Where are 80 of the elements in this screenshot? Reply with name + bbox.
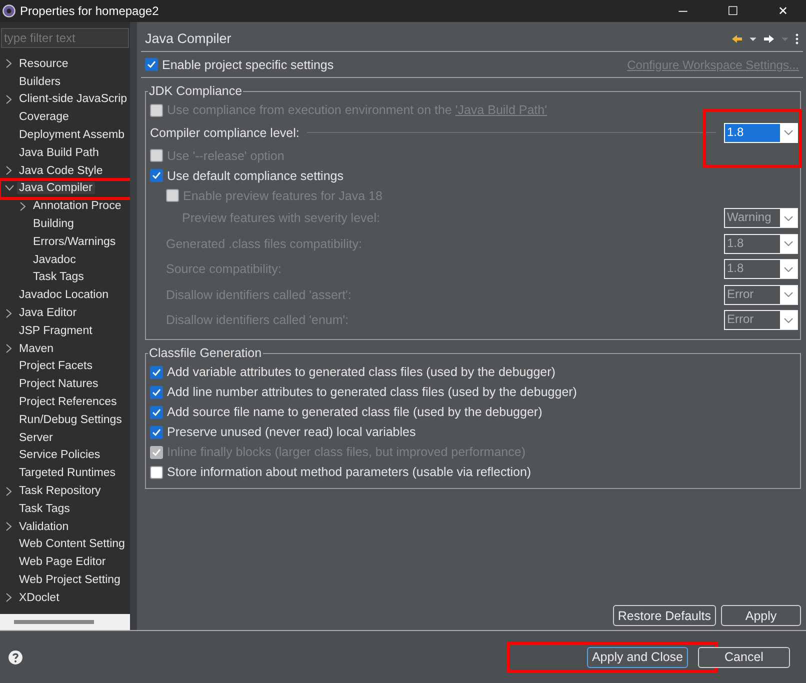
tree-item[interactable]: Maven: [17, 342, 56, 355]
tree-item[interactable]: Client-side JavaScrip: [17, 93, 130, 106]
tree-item[interactable]: Project Facets: [17, 360, 94, 372]
tree-item[interactable]: Java Build Path: [17, 146, 101, 159]
chevron-down-icon: [784, 318, 793, 323]
filter-field[interactable]: type filter text: [1, 28, 129, 48]
chevron-right-icon[interactable]: [6, 522, 12, 532]
tree-item[interactable]: Java Code Style: [17, 164, 105, 177]
chevron-right-icon[interactable]: [6, 344, 12, 354]
page-button[interactable]: Restore Defaults: [612, 605, 716, 626]
checkbox-label: Preserve unused (never read) local variables: [167, 425, 416, 439]
checkbox-label: Add variable attributes to generated class files (used by the debugger): [167, 365, 556, 379]
tree-item[interactable]: Targeted Runtimes: [17, 467, 118, 480]
tree-item[interactable]: Run/Debug Settings: [17, 414, 124, 426]
chevron-right-icon[interactable]: [6, 486, 12, 496]
checkbox-label: Add line number attributes to generated class files (used by the debugger): [167, 385, 577, 399]
tree-item[interactable]: Server: [17, 432, 55, 444]
checkbox[interactable]: [150, 386, 163, 398]
page-title: Java Compiler: [145, 31, 232, 46]
window-control[interactable]: ─: [660, 0, 706, 22]
tree-item[interactable]: Task Tags: [17, 502, 72, 515]
tree-item[interactable]: Web Page Editor: [17, 556, 108, 568]
tree-item[interactable]: Service Policies: [17, 449, 102, 462]
window-control[interactable]: ✕: [760, 0, 806, 22]
chevron-down-icon[interactable]: [5, 185, 14, 192]
window-title: Properties for homepage2: [20, 4, 160, 18]
chevron-down-icon: [784, 292, 793, 298]
checkbox-label: Use default compliance settings: [167, 168, 344, 182]
dialog-button[interactable]: Cancel: [698, 646, 790, 668]
tree-item[interactable]: Building: [31, 218, 76, 230]
tree-item[interactable]: Java Compiler: [17, 182, 94, 194]
tree-item[interactable]: Javadoc Location: [17, 289, 111, 302]
tree-item[interactable]: Errors/Warnings: [31, 236, 118, 248]
checkbox-label: Store information about method parameters (usable via reflection): [167, 465, 532, 479]
tree-item[interactable]: Task Repository: [17, 485, 103, 498]
chevron-down-icon: [784, 241, 793, 246]
chevron-down-icon: [784, 130, 793, 136]
checkbox-label: Add source file name to generated class file (used by the debugger): [167, 405, 542, 419]
tree-item[interactable]: Project Natures: [17, 378, 100, 390]
chevron-right-icon[interactable]: [6, 308, 12, 318]
checkbox[interactable]: [150, 466, 163, 478]
checkbox-label: Enable project specific settings: [162, 58, 334, 72]
field-label: Compiler compliance level:: [150, 126, 300, 140]
help-icon[interactable]: [8, 650, 23, 664]
checkbox[interactable]: [150, 426, 163, 438]
tree-item[interactable]: Resource: [17, 58, 70, 70]
tree-item[interactable]: JSP Fragment: [17, 324, 94, 337]
horizontal-scrollbar[interactable]: [0, 614, 130, 630]
tree-item[interactable]: Java Editor: [17, 307, 79, 320]
tree-item[interactable]: Task Tags: [31, 271, 86, 284]
back-arrow-icon[interactable]: [731, 32, 743, 44]
group-title: Classfile Generation: [148, 346, 263, 360]
tree-item[interactable]: Validation: [17, 520, 71, 533]
dropdown[interactable]: 1.8: [724, 122, 798, 143]
dialog-button[interactable]: Apply and Close: [586, 646, 688, 668]
more-icon[interactable]: [795, 32, 799, 44]
checkbox[interactable]: [145, 58, 158, 71]
chevron-down-icon: [784, 216, 793, 221]
tree-item[interactable]: Web Project Setting: [17, 574, 122, 586]
tree-item[interactable]: Annotation Proce: [31, 200, 124, 212]
window-control[interactable]: ☐: [710, 0, 756, 22]
checkbox[interactable]: [150, 169, 163, 182]
checkbox[interactable]: [150, 366, 163, 378]
chevron-right-icon[interactable]: [20, 202, 26, 211]
group-title: JDK Compliance: [148, 84, 244, 98]
forward-arrow-icon[interactable]: [763, 32, 775, 44]
tree-item[interactable]: Web Content Setting: [17, 538, 127, 550]
chevron-right-icon[interactable]: [6, 166, 12, 176]
tree-item[interactable]: Deployment Assemb: [17, 129, 126, 142]
chevron-right-icon[interactable]: [6, 94, 12, 104]
tree-item[interactable]: Builders: [17, 76, 63, 88]
chevron-right-icon[interactable]: [6, 593, 12, 602]
tree-item[interactable]: Project References: [17, 396, 119, 408]
checkbox[interactable]: [150, 406, 163, 418]
chevron-right-icon[interactable]: [6, 59, 12, 68]
tree-item[interactable]: Coverage: [17, 111, 71, 124]
tree-item[interactable]: Javadoc: [31, 254, 78, 266]
chevron-down-icon: [784, 266, 793, 272]
tree-item[interactable]: XDoclet: [17, 592, 62, 604]
page-button[interactable]: Apply: [721, 605, 801, 626]
